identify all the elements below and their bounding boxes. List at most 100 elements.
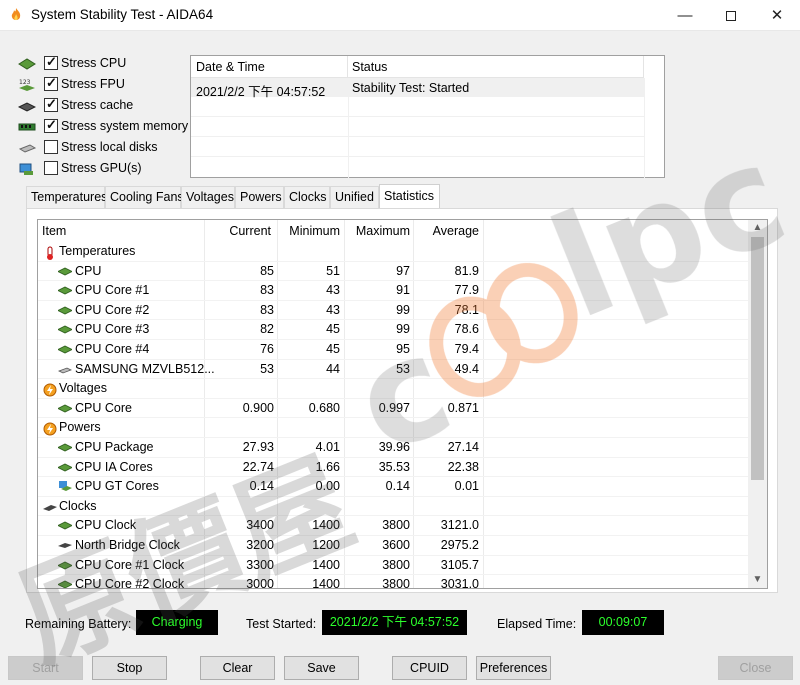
minimum-value: 1.66 [315, 459, 340, 474]
stress-gpu-label: Stress GPU(s) [61, 161, 142, 175]
chip-icon [57, 266, 73, 277]
log-grid-line [191, 116, 644, 117]
clear-button[interactable]: Clear [200, 656, 275, 680]
stress-memory-checkbox[interactable]: ✓ [44, 117, 58, 133]
stress-fpu-checkbox[interactable]: ✓ [44, 75, 58, 91]
battery-status-display: Charging [136, 610, 218, 635]
current-value: 83 [260, 283, 274, 298]
board-icon [58, 540, 72, 551]
table-row[interactable]: CPU Core #1 Clock 3300 1400 3800 3105.7 [38, 556, 750, 576]
scroll-down-icon[interactable]: ▼ [748, 572, 767, 588]
tab-statistics[interactable]: Statistics [379, 184, 440, 208]
start-button[interactable]: Start [8, 656, 83, 680]
group-row[interactable]: Powers [38, 418, 750, 438]
maximum-value: 3800 [382, 577, 410, 589]
log-header-datetime[interactable]: Date & Time [191, 56, 348, 78]
current-value: 82 [260, 322, 274, 337]
stop-button[interactable]: Stop [92, 656, 167, 680]
table-row[interactable]: CPU Clock 3400 1400 3800 3121.0 [38, 516, 750, 536]
table-row[interactable]: CPU Core #2 83 43 99 78.1 [38, 301, 750, 321]
group-row[interactable]: Clocks [38, 497, 750, 517]
stress-disks-checkbox[interactable] [44, 140, 58, 154]
maximum-value: 35.53 [378, 459, 410, 474]
stress-memory-label: Stress system memory [61, 119, 189, 133]
check-mark-icon: ✓ [46, 117, 57, 132]
item-name: North Bridge Clock [75, 538, 180, 552]
minimum-value: 1400 [312, 557, 340, 572]
tab-clocks[interactable]: Clocks [284, 186, 330, 208]
average-value: 3031.0 [440, 577, 479, 589]
status-log-table[interactable]: Date & Time Status 2021/2/2 下午 04:57:52 … [190, 55, 665, 178]
minimum-value: 51 [326, 263, 340, 278]
table-row[interactable]: CPU Core 0.900 0.680 0.997 0.871 [38, 399, 750, 419]
statistics-grid[interactable]: Item Current Minimum Maximum Average Tem… [37, 219, 768, 589]
header-maximum[interactable]: Maximum [344, 220, 410, 242]
table-row[interactable]: CPU Core #2 Clock 3000 1400 3800 3031.0 [38, 575, 750, 589]
average-value: 49.4 [454, 361, 479, 376]
tab-cooling-fans[interactable]: Cooling Fans [105, 186, 184, 208]
vertical-scrollbar[interactable]: ▲ ▼ [748, 220, 767, 588]
tab-temperatures[interactable]: Temperatures [26, 186, 107, 208]
table-row[interactable]: North Bridge Clock 3200 1200 3600 2975.2 [38, 536, 750, 556]
current-value: 22.74 [242, 459, 274, 474]
save-button[interactable]: Save [284, 656, 359, 680]
stress-cache-option[interactable]: ✓ Stress cache [18, 96, 188, 115]
table-row[interactable]: CPU Package 27.93 4.01 39.96 27.14 [38, 438, 750, 458]
table-row[interactable]: CPU GT Cores 0.14 0.00 0.14 0.01 [38, 477, 750, 497]
scroll-thumb[interactable] [751, 237, 764, 480]
stress-memory-option[interactable]: ✓ Stress system memory [18, 117, 189, 136]
header-minimum[interactable]: Minimum [277, 220, 340, 242]
statistics-header: Item Current Minimum Maximum Average [38, 220, 750, 242]
close-button[interactable]: Close [718, 656, 793, 680]
maximum-value: 53 [396, 361, 410, 376]
chip-icon [57, 344, 73, 355]
average-value: 81.9 [454, 263, 479, 278]
elapsed-time-label: Elapsed Time: [497, 617, 577, 631]
minimum-value: 1200 [312, 538, 340, 552]
table-row[interactable]: CPU Core #4 76 45 95 79.4 [38, 340, 750, 360]
close-window-button[interactable]: ✕ [754, 0, 800, 31]
flame-app-icon [11, 8, 21, 21]
table-row[interactable]: CPU Core #1 83 43 91 77.9 [38, 281, 750, 301]
header-current[interactable]: Current [204, 220, 271, 242]
table-row[interactable]: CPU IA Cores 22.74 1.66 35.53 22.38 [38, 458, 750, 478]
stress-cpu-checkbox[interactable]: ✓ [44, 54, 58, 70]
chip-icon [57, 560, 73, 571]
average-value: 3121.0 [440, 518, 479, 533]
maximum-value: 39.96 [378, 440, 410, 454]
clock-board-icon [43, 501, 57, 512]
table-row[interactable]: CPU 85 51 97 81.9 [38, 262, 750, 282]
stress-cpu-option[interactable]: ✓ Stress CPU [18, 54, 188, 73]
tab-powers[interactable]: Powers [235, 186, 284, 208]
bolt-icon [43, 422, 57, 436]
stress-fpu-option[interactable]: 123 ✓ Stress FPU [18, 75, 188, 94]
average-value: 0.871 [447, 400, 479, 415]
tab-voltages[interactable]: Voltages [181, 186, 235, 208]
stress-gpu-checkbox[interactable] [44, 161, 58, 175]
log-header-status[interactable]: Status [348, 56, 644, 78]
memory-module-icon [18, 123, 36, 131]
maximum-value: 0.997 [378, 400, 410, 415]
group-label: Powers [59, 420, 101, 435]
stress-disks-option[interactable]: Stress local disks [18, 139, 188, 157]
stress-cache-checkbox[interactable]: ✓ [44, 96, 58, 112]
tab-unified[interactable]: Unified [330, 186, 379, 208]
group-row[interactable]: Temperatures [38, 242, 750, 262]
preferences-button[interactable]: Preferences [476, 656, 551, 680]
scroll-up-icon[interactable]: ▲ [748, 220, 767, 236]
current-value: 3300 [246, 557, 274, 572]
current-value: 3400 [246, 518, 274, 533]
stress-gpu-option[interactable]: Stress GPU(s) [18, 160, 188, 178]
cpuid-button[interactable]: CPUID [392, 656, 467, 680]
group-row[interactable]: Voltages [38, 379, 750, 399]
item-name: CPU Package [75, 440, 154, 454]
log-row[interactable]: 2021/2/2 下午 04:57:52 Stability Test: Sta… [191, 78, 644, 99]
maximize-button[interactable] [708, 0, 754, 31]
table-row[interactable]: CPU Core #3 82 45 99 78.6 [38, 320, 750, 340]
test-started-display: 2021/2/2 下午 04:57:52 [322, 610, 467, 635]
table-row[interactable]: SAMSUNG MZVLB512... 53 44 53 49.4 [38, 360, 750, 380]
header-average[interactable]: Average [413, 220, 479, 242]
minimize-button[interactable]: — [662, 0, 708, 31]
current-value: 3000 [246, 577, 274, 589]
header-item[interactable]: Item [42, 220, 66, 242]
